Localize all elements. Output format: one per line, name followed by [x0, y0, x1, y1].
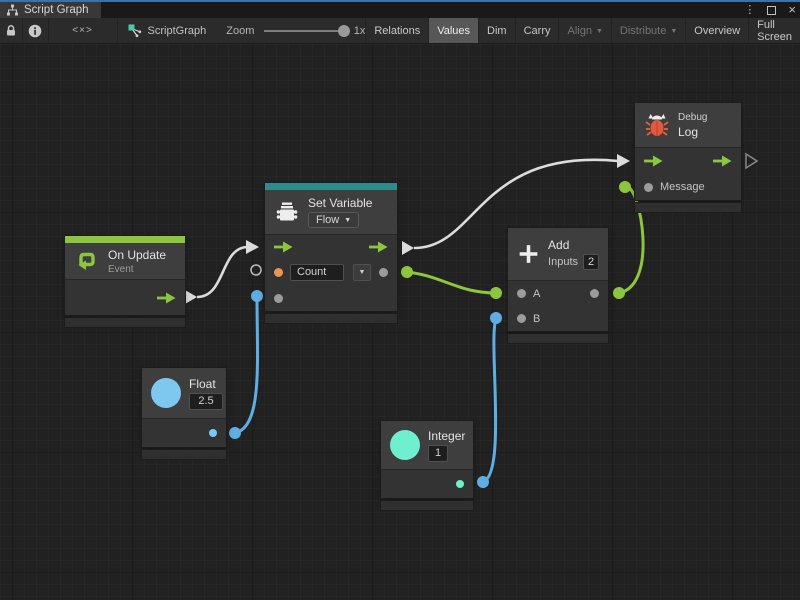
message-label: Message: [660, 181, 705, 193]
port-label-a: A: [533, 288, 540, 300]
variable-name-port[interactable]: [274, 268, 283, 277]
info-icon: [28, 24, 42, 38]
value-output-port[interactable]: [379, 268, 388, 277]
node-title: Integer: [428, 429, 465, 443]
code-icon: <×>: [72, 25, 93, 36]
zoom-slider-handle[interactable]: [338, 25, 350, 37]
toolbar-toggles: Relations Values Dim Carry Align▼ Distri…: [365, 18, 800, 43]
node-on-update[interactable]: On Update Event: [65, 236, 185, 327]
zoom-label: Zoom: [226, 25, 254, 37]
input-b-port[interactable]: [517, 314, 526, 323]
window-menu-icon[interactable]: ⋮: [744, 2, 755, 18]
node-footer: [381, 501, 473, 510]
node-footer: [635, 203, 741, 212]
port-label-b: B: [533, 313, 540, 325]
node-footer: [142, 450, 226, 459]
flow-input-port[interactable]: [274, 241, 293, 253]
node-float[interactable]: Float 2.5: [142, 368, 226, 459]
bug-icon: [644, 112, 670, 138]
window-controls: ⋮ ×: [744, 2, 796, 18]
variable-icon: [274, 199, 300, 225]
node-add[interactable]: Add Inputs 2 A B: [508, 228, 608, 343]
node-footer: [508, 334, 608, 343]
graph-icon: [128, 24, 142, 38]
inputs-count-field[interactable]: 2: [583, 254, 599, 270]
tab-title: Script Graph: [24, 4, 89, 16]
node-integer[interactable]: Integer 1: [381, 421, 473, 510]
node-subtitle: Event: [108, 264, 166, 275]
chevron-down-icon: ▼: [359, 269, 366, 276]
relations-button[interactable]: Relations: [365, 18, 428, 43]
node-set-variable[interactable]: Set Variable Flow▼ Count: [265, 183, 397, 323]
node-debug-log[interactable]: Debug Log Message: [635, 103, 741, 212]
chevron-down-icon: ▼: [596, 28, 603, 35]
inspect-button[interactable]: [23, 18, 48, 43]
edit-graph-button[interactable]: <×>: [49, 18, 118, 43]
node-title: Add: [548, 238, 599, 252]
node-title: On Update: [108, 248, 166, 262]
carry-button[interactable]: Carry: [515, 18, 559, 43]
flow-output-port[interactable]: [369, 241, 388, 253]
plus-icon: [517, 241, 540, 267]
fullscreen-button[interactable]: Full Screen: [748, 18, 800, 43]
lock-button[interactable]: [0, 18, 23, 43]
event-accent-bar: [65, 236, 185, 243]
message-input-port[interactable]: [644, 183, 653, 192]
input-a-port[interactable]: [517, 289, 526, 298]
chevron-down-icon: ▼: [670, 28, 677, 35]
overview-button[interactable]: Overview: [685, 18, 748, 43]
update-loop-icon: [74, 248, 100, 274]
node-category: Debug: [678, 112, 707, 123]
zoom-slider[interactable]: [264, 30, 346, 32]
float-type-icon: [151, 378, 181, 408]
node-title: Set Variable: [308, 196, 372, 210]
variable-scope-dropdown[interactable]: Flow▼: [308, 212, 359, 228]
flow-output-port[interactable]: [157, 292, 176, 304]
variable-accent-bar: [265, 183, 397, 190]
float-output-port[interactable]: [209, 429, 217, 437]
zoom-value: 1x: [354, 25, 366, 37]
node-title: Float: [189, 377, 223, 391]
values-button[interactable]: Values: [428, 18, 478, 43]
hierarchy-icon: [6, 4, 19, 16]
node-title: Log: [678, 125, 707, 139]
float-value-field[interactable]: 2.5: [189, 393, 223, 410]
sum-output-port[interactable]: [590, 289, 599, 298]
lock-icon: [5, 24, 17, 37]
graph-breadcrumb[interactable]: ScriptGraph: [118, 18, 207, 43]
graph-toolbar: <×> ScriptGraph Zoom 1x Relations Values…: [0, 18, 800, 44]
distribute-button: Distribute▼: [611, 18, 685, 43]
inputs-label: Inputs: [548, 256, 578, 268]
integer-type-icon: [390, 430, 420, 460]
tab-script-graph[interactable]: Script Graph: [0, 2, 101, 18]
tab-bar: Script Graph: [0, 2, 800, 18]
script-graph-window: Script Graph ⋮ × <×>: [0, 0, 800, 600]
flow-input-port[interactable]: [644, 155, 663, 167]
close-icon[interactable]: ×: [788, 2, 796, 18]
value-input-port[interactable]: [274, 294, 283, 303]
integer-output-port[interactable]: [456, 480, 464, 488]
flow-output-port[interactable]: [713, 155, 732, 167]
graph-name-label: ScriptGraph: [148, 25, 207, 37]
align-button: Align▼: [558, 18, 610, 43]
chevron-down-icon: ▼: [344, 217, 351, 224]
node-footer: [265, 314, 397, 323]
integer-value-field[interactable]: 1: [428, 445, 448, 462]
maximize-icon[interactable]: [767, 6, 776, 15]
variable-picker-dropdown[interactable]: ▼: [353, 264, 371, 281]
node-footer: [65, 318, 185, 327]
dim-button[interactable]: Dim: [478, 18, 515, 43]
variable-name-field[interactable]: Count: [290, 264, 344, 281]
